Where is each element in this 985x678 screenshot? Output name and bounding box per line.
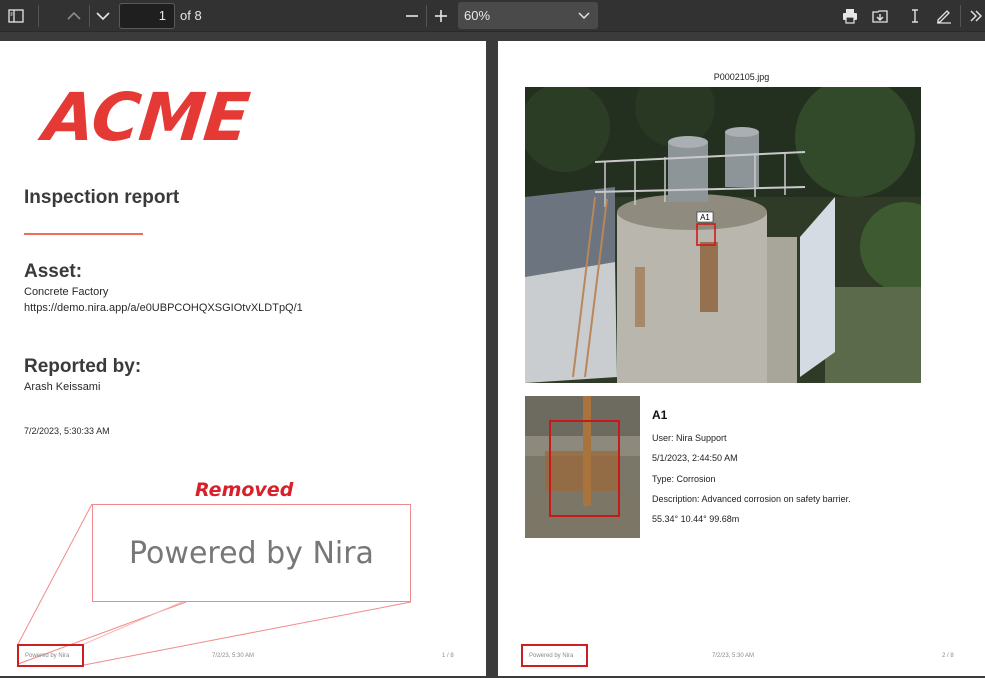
page-count: of 8 bbox=[180, 8, 202, 23]
pdf-page-1: ACME Inspection report Asset: Concrete F… bbox=[0, 41, 486, 676]
footer-date: 7/2/23, 5:30 AM bbox=[712, 653, 755, 659]
annotation-thumbnail bbox=[525, 396, 640, 538]
annotation-title: A1 bbox=[652, 408, 668, 422]
annotation-coordinates: 55.34° 10.44° 99.68m bbox=[652, 514, 740, 524]
marker-label: A1 bbox=[700, 213, 710, 222]
toolbar-divider bbox=[89, 5, 90, 27]
toolbar-divider bbox=[960, 5, 961, 27]
page-up-icon[interactable] bbox=[62, 4, 86, 28]
page-number-input[interactable]: 1 bbox=[119, 3, 175, 29]
zoom-out-icon[interactable] bbox=[400, 4, 424, 28]
image-filename: P0002105.jpg bbox=[713, 72, 770, 82]
pen-icon[interactable] bbox=[932, 4, 956, 28]
footer-page: 1 / 8 bbox=[442, 653, 454, 659]
zoom-in-icon[interactable] bbox=[429, 4, 453, 28]
pdf-page-2: P0002105.jpg A1 A1 User: Nira Support 5/… bbox=[498, 41, 985, 676]
print-icon[interactable] bbox=[838, 4, 862, 28]
download-icon[interactable] bbox=[868, 4, 892, 28]
chevron-down-icon bbox=[578, 8, 590, 23]
footer-page: 2 / 8 bbox=[942, 653, 954, 659]
sidebar-icon[interactable] bbox=[4, 4, 28, 28]
powered-by-zoom-box: Powered by Nira bbox=[92, 504, 411, 602]
footer-powered: Powered by Nira bbox=[25, 653, 70, 659]
toolbar-divider bbox=[426, 5, 427, 27]
footer-powered: Powered by Nira bbox=[529, 653, 574, 659]
toolbar-divider bbox=[38, 5, 39, 27]
page-gutter bbox=[486, 41, 498, 678]
text-cursor-icon[interactable] bbox=[903, 4, 927, 28]
annotation-date: 5/1/2023, 2:44:50 AM bbox=[652, 453, 738, 463]
annotation-description: Description: Advanced corrosion on safet… bbox=[652, 494, 851, 504]
zoom-select[interactable]: 60% bbox=[458, 2, 598, 29]
removed-label: Removed bbox=[195, 479, 294, 501]
footer-date: 7/2/23, 5:30 AM bbox=[212, 653, 255, 659]
more-icon[interactable] bbox=[964, 4, 985, 28]
annotation-type: Type: Corrosion bbox=[652, 474, 716, 484]
powered-by-zoom-text: Powered by Nira bbox=[129, 535, 374, 571]
pdf-toolbar: 1 of 8 60% bbox=[0, 0, 985, 32]
inspection-photo: A1 bbox=[525, 87, 921, 383]
annotation-user: User: Nira Support bbox=[652, 433, 727, 443]
page-down-icon[interactable] bbox=[91, 4, 115, 28]
zoom-value: 60% bbox=[464, 8, 491, 23]
